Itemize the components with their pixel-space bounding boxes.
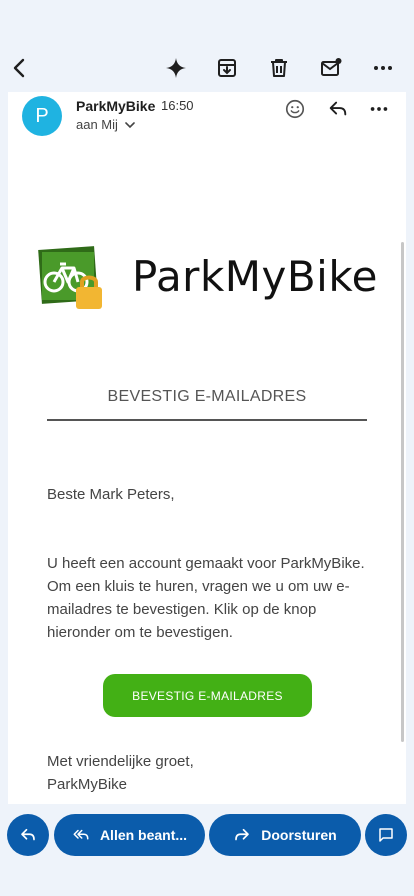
recipient-toggle[interactable]: aan Mij — [76, 117, 136, 132]
email-header: P ParkMyBike 16:50 aan Mij — [8, 92, 406, 142]
greeting-text: Beste Mark Peters, — [47, 486, 175, 503]
brand-wordmark: ParkMyBike — [132, 252, 379, 301]
confirm-email-button[interactable]: BEVESTIG E-MAILADRES — [103, 674, 312, 717]
emoji-reaction-icon[interactable] — [280, 94, 310, 124]
reply-all-icon — [73, 829, 89, 840]
signoff: Met vriendelijke groet, ParkMyBike — [47, 750, 194, 796]
body-paragraph: U heeft een account gemaakt voor ParkMyB… — [47, 555, 365, 641]
more-horizontal-icon[interactable] — [367, 52, 399, 84]
reply-button[interactable] — [7, 814, 49, 856]
reply-all-label: Allen beant... — [99, 827, 188, 843]
mark-unread-icon[interactable] — [315, 52, 347, 84]
back-arrow-icon[interactable] — [4, 52, 36, 84]
top-toolbar — [0, 0, 414, 92]
email-card: P ParkMyBike 16:50 aan Mij ParkMyBike BE… — [8, 92, 406, 804]
chat-button[interactable] — [365, 814, 407, 856]
reply-all-button[interactable]: Allen beant... — [54, 814, 205, 856]
sparkle-icon[interactable] — [160, 52, 192, 84]
sender-avatar[interactable]: P — [22, 96, 62, 136]
scrollbar[interactable] — [401, 242, 404, 742]
reply-icon — [21, 828, 35, 841]
bottom-action-bar: Allen beant... Doorsturen — [0, 804, 414, 896]
forward-icon — [235, 828, 250, 841]
trash-icon[interactable] — [263, 52, 295, 84]
parkmybike-logo-icon — [38, 246, 102, 309]
signoff-sender: ParkMyBike — [47, 776, 128, 793]
reply-icon[interactable] — [323, 94, 353, 124]
email-heading: BEVESTIG E-MAILADRES — [107, 388, 307, 405]
chevron-down-icon — [125, 121, 135, 128]
email-time: 16:50 — [161, 98, 194, 113]
forward-button[interactable]: Doorsturen — [209, 814, 361, 856]
forward-label: Doorsturen — [261, 827, 337, 843]
chat-icon — [379, 828, 393, 842]
archive-icon[interactable] — [211, 52, 243, 84]
recipient-label: aan Mij — [76, 117, 118, 132]
sender-name: ParkMyBike — [76, 98, 156, 114]
message-more-icon[interactable] — [364, 94, 394, 124]
heading-divider — [47, 419, 367, 421]
signoff-line: Met vriendelijke groet, — [47, 753, 194, 770]
